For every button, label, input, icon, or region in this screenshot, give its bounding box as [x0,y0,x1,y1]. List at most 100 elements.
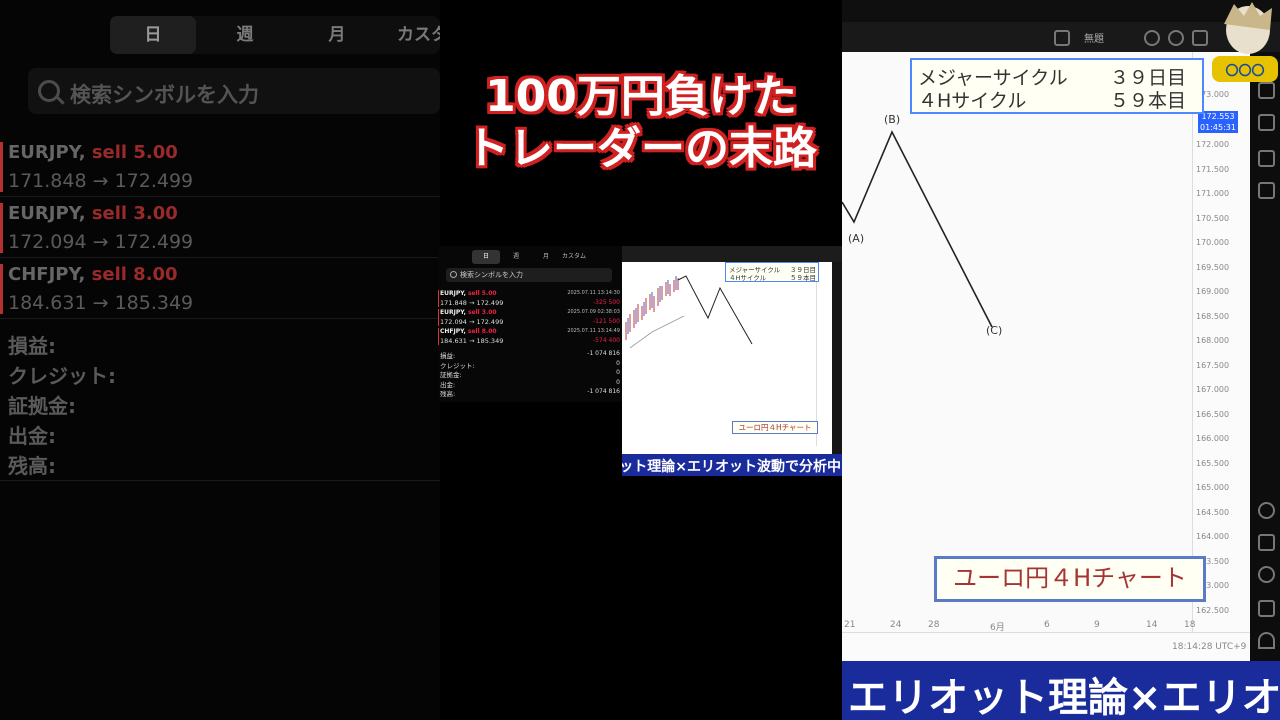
caption-text: エリオット理論×エリオット波動で分析中 [622,459,841,475]
summary-label-credit: クレジット: [440,361,475,370]
tab-day[interactable]: 日 [110,16,196,54]
trade-datetime: 2025.07.11 13:14:49 [567,328,620,334]
summary-label-margin: 証拠金: [440,371,462,379]
tab-month[interactable]: 月 [532,250,560,264]
right-toolbar-mini [832,262,842,454]
wave-chart [842,130,993,328]
trade-symbol: EURJPY, [8,142,86,163]
trade-row[interactable]: CHFJPY, sell 8.00 184.631 → 185.349 2025… [438,327,622,346]
summary-value-balance: -1 074 816 [587,388,620,395]
cycle-info-box-mini: メジャーサイクル ３９日目 ４Hサイクル ５９本目 [725,262,819,282]
search-input[interactable]: 検索シンボルを入力 [28,68,440,114]
wave-line [677,275,753,345]
y-tick: 168.000 [1196,336,1230,345]
x-tick: 6 [1044,620,1050,630]
trade-row[interactable]: EURJPY, sell 5.00 171.848 → 172.499 2025… [438,289,622,308]
toolbar-title[interactable]: 無題 [1084,30,1104,45]
x-tick: 28 [928,620,940,630]
search-icon [38,80,60,102]
chart-name-label-mini: ユーロ円４Hチャート [732,421,818,434]
trade-pl: -574 400 [593,337,620,344]
trade-side: sell 5.00 [91,142,178,163]
settings-icon[interactable] [1168,30,1184,46]
trade-prices: 184.631 → 185.349 [440,337,504,345]
4h-cycle-value: ５９本目 [1110,90,1187,112]
trade-datetime: 2025.07.09 02:38:03 [567,309,620,315]
trade-side: sell 8.00 [467,328,497,335]
trade-row[interactable]: EURJPY, sell 5.00 171.848 → 172.499 [0,138,440,197]
summary-value-pl: -1 074 816 [587,350,620,357]
bell-icon[interactable] [1258,632,1275,649]
tab-week[interactable]: 週 [202,16,288,54]
tab-custom[interactable]: カスタム [560,250,588,264]
current-price-tag: 172.553 01:45:31 [1198,111,1238,133]
trade-datetime: 2025.07.11 13:14:30 [567,290,620,296]
layers-icon[interactable] [1258,150,1275,167]
trade-symbol: EURJPY, [8,203,86,224]
summary-label-margin: 証拠金: [8,394,76,418]
y-tick: 164.000 [1196,532,1230,541]
chat-icon[interactable] [1258,182,1275,199]
mini-wave-chart [625,275,753,349]
search-placeholder: 検索シンボルを入力 [460,271,523,279]
alerts-icon[interactable] [1258,114,1275,131]
trade-symbol: CHFJPY, [440,328,466,335]
x-tick: 24 [890,620,902,630]
4h-cycle-label: ４Hサイクル [729,274,767,282]
right-toolbar [1250,52,1280,662]
video-title-line2: トレーダーの末路 [465,123,817,174]
chart-toolbar-mini [622,246,842,262]
clock-readout: 18:14:28 UTC+9 [1172,642,1247,652]
wave-label-b: (B) [884,113,901,126]
search-input[interactable]: 検索シンボルを入力 [446,268,612,282]
tab-custom[interactable]: カスタム [386,16,440,54]
caption-text: エリオット理論×エリオット波動で分析中 [848,675,1280,720]
candles [625,278,679,340]
summary-value-margin: 0 [616,369,620,376]
layout-icon[interactable] [1054,30,1070,46]
chart-background: 無題 173.000 172.553 01:45:31 172.000 171.50… [842,0,1280,720]
y-tick: 169.500 [1196,262,1230,272]
y-tick: 165.000 [1196,483,1230,492]
chart-name-label: ユーロ円４Hチャート [934,556,1206,602]
tab-day[interactable]: 日 [472,250,500,264]
camera-icon[interactable] [1192,30,1208,46]
trade-side: sell 5.00 [467,290,497,297]
trade-side: sell 3.00 [91,203,178,224]
4h-cycle-value: ５９本目 [790,274,816,282]
summary-label-pl: 損益: [440,352,456,360]
caption-banner-small: エリオット理論×エリオット波動で分析中 [622,454,842,476]
price-value: 172.553 [1201,112,1235,121]
alert-icon[interactable] [1144,30,1160,46]
grid-icon[interactable] [1258,566,1275,583]
trade-row[interactable]: EURJPY, sell 3.00 172.094 → 172.499 2025… [438,308,622,327]
y-tick: 171.000 [1196,189,1230,198]
chart-panel: メジャーサイクル ３９日目 ４Hサイクル ５９本目 ユーロ円４Hチャート [622,246,842,454]
y-tick: 162.500 [1196,605,1230,615]
period-tabs-mini: 日 週 月 カスタム [438,250,622,264]
trade-prices: 184.631 → 185.349 [8,292,194,314]
loss-marker [0,142,3,192]
trade-prices: 171.848 → 172.499 [440,299,504,307]
loss-marker [0,203,3,253]
y-tick: 171.500 [1196,164,1230,174]
tab-month[interactable]: 月 [294,16,380,54]
broadcast-icon[interactable] [1258,600,1275,617]
x-tick: 6月 [990,623,1005,633]
calendar-icon[interactable] [1258,534,1275,551]
y-tick: 167.000 [1196,385,1230,394]
target-icon[interactable] [1258,502,1275,519]
tab-week[interactable]: 週 [502,250,530,264]
y-tick: 169.000 [1196,287,1230,296]
trade-row[interactable]: CHFJPY, sell 8.00 184.631 → 185.349 [0,260,440,319]
summary-label-withdrawal: 出金: [440,380,456,389]
price-countdown: 01:45:31 [1200,123,1236,132]
trade-pl: -121 500 [593,318,620,325]
period-tabs: 日 週 月 カスタム [110,16,440,54]
trade-symbol: EURJPY, [440,309,466,316]
y-tick: 165.500 [1196,458,1230,468]
trade-row[interactable]: EURJPY, sell 3.00 172.094 → 172.499 [0,199,440,258]
trade-prices: 172.094 → 172.499 [440,318,504,326]
wave-label-c: (C) [986,324,1003,337]
trade-symbol: EURJPY, [440,290,466,297]
